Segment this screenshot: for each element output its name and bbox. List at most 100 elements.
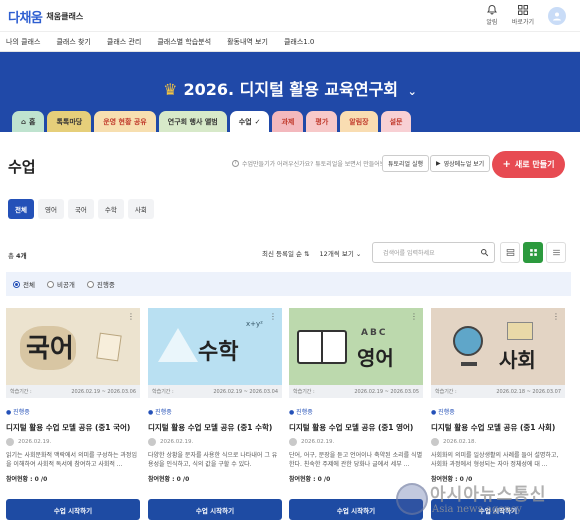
video-manual-button[interactable]: ▶ 영상메뉴얼 보기 (430, 155, 491, 172)
logo-text: 채움클래스 (46, 12, 84, 21)
tab-assignment[interactable]: 과제 (272, 111, 304, 132)
radio-label: 비공개 (56, 281, 75, 289)
tab-label: 수업 (238, 118, 252, 126)
grid-icon (517, 5, 528, 15)
home-icon: ⌂ (21, 117, 27, 126)
search-placeholder: 검색어를 입력하세요 (383, 250, 435, 257)
tab-talk[interactable]: 톡톡마당 (47, 111, 92, 132)
filter-math[interactable]: 수학 (97, 199, 124, 219)
shortcut-button[interactable]: 바로가기 (512, 4, 534, 26)
filter-all[interactable]: 전체 (8, 199, 34, 219)
lesson-description: 다양한 상황을 문자를 사용한 식으로 나타내어 그 유용성을 인식하고, 식의… (148, 452, 278, 468)
lesson-date: 2026.02.18. (443, 439, 477, 445)
compact-view-button[interactable] (546, 242, 566, 263)
user-icon (553, 12, 561, 21)
nav-manage-class[interactable]: 클래스 관리 (107, 37, 141, 47)
period-label: 학습기간 : (152, 389, 174, 395)
page-title: 수업 (8, 158, 36, 176)
thumbnail-label: 국어 (26, 334, 74, 364)
radio-private[interactable]: 비공개 (46, 279, 75, 289)
radio-in-progress[interactable]: 진행중 (86, 279, 115, 289)
more-icon[interactable]: ⋮ (127, 312, 135, 321)
status-label: 진행중 (438, 409, 455, 416)
tab-survey[interactable]: 설문 (380, 111, 412, 132)
more-icon[interactable]: ⋮ (410, 312, 418, 321)
lesson-period: 학습기간 : 2026.02.19 ~ 2026.03.04 (148, 385, 282, 398)
header-actions: 알림 바로가기 (486, 4, 566, 26)
sort-select[interactable]: 최신 등록일 순 ⇅ (262, 248, 310, 258)
thumbnail-label: 영어 (357, 346, 394, 370)
triangle-icon (158, 328, 198, 362)
lesson-date: 2026.02.19. (301, 439, 335, 445)
watermark: 아시아뉴스통신 Asia news agency (390, 478, 575, 523)
avatar (431, 438, 439, 446)
lesson-title[interactable]: 디지털 활용 수업 모델 공유 (중1 국어) (6, 422, 140, 433)
more-icon[interactable]: ⋮ (552, 312, 560, 321)
radio-dot (46, 280, 54, 288)
watermark-globe-icon (396, 483, 428, 515)
more-icon[interactable]: ⋮ (269, 312, 277, 321)
tab-lesson[interactable]: 수업 ✓ (229, 111, 270, 133)
filter-social[interactable]: 사회 (127, 199, 154, 219)
lesson-description: 단어, 어구, 문장을 듣고 언어이나 축약된 소리를 식별한다. 친숙한 주제… (289, 452, 423, 468)
tab-album[interactable]: 연구회 행사 앨범 (158, 111, 227, 132)
start-lesson-button[interactable]: 수업 시작하기 (6, 499, 140, 520)
nav-analytics[interactable]: 클래스별 학습분석 (157, 37, 211, 47)
notification-button[interactable]: 알림 (486, 4, 498, 26)
watermark-text: 아시아뉴스통신 (430, 485, 547, 505)
tab-home[interactable]: ⌂ 홈 (12, 111, 45, 132)
status-badge: ● 진행중 (148, 409, 172, 416)
shortcut-label: 바로가기 (511, 19, 534, 26)
tab-label: 알림장 (349, 117, 369, 126)
per-page-label: 12개씩 보기 (319, 250, 354, 258)
lesson-title[interactable]: 디지털 활용 수업 모델 공유 (중1 수학) (148, 422, 282, 433)
filter-english[interactable]: 영어 (37, 199, 64, 219)
formula-icon: x+y² (246, 320, 263, 328)
lesson-meta: 2026.02.19. (6, 438, 140, 446)
sort-label: 최신 등록일 순 (262, 250, 303, 258)
globe-stand-icon (461, 362, 477, 366)
total-count: 총 4개 (8, 250, 27, 260)
tab-notice[interactable]: 알림장 (340, 111, 378, 132)
grid-view-button[interactable] (523, 242, 543, 263)
lesson-card[interactable]: 수학 x+y² ⋮ 학습기간 :2026.02.19 ~ 2026.03.04 … (148, 308, 282, 520)
video-manual-label: 영상메뉴얼 보기 (443, 161, 485, 168)
lesson-meta: 2026.02.19. (148, 438, 282, 446)
lesson-title[interactable]: 디지털 활용 수업 모델 공유 (중1 영어) (289, 422, 423, 433)
start-lesson-button[interactable]: 수업 시작하기 (148, 499, 282, 520)
per-page-select[interactable]: 12개씩 보기 ⌄ (320, 248, 362, 258)
thumbnail-label: 수학 (198, 340, 239, 365)
radio-label: 진행중 (96, 281, 115, 289)
radio-label: 전체 (23, 281, 35, 289)
class-title[interactable]: ♛ 2026. 디지털 활용 교육연구회 ⌄ (0, 76, 580, 100)
nav-activity[interactable]: 활동내역 보기 (227, 37, 268, 47)
lesson-date: 2026.02.19. (160, 439, 194, 445)
radio-dot (13, 280, 20, 288)
tutorial-button[interactable]: 튜토리얼 실행 (382, 155, 430, 172)
user-avatar[interactable] (548, 7, 566, 25)
participation: 참여현황 : 0 /0 (6, 476, 48, 483)
map-icon (507, 322, 533, 340)
tab-evaluation[interactable]: 평가 (306, 111, 338, 132)
radio-all[interactable]: 전체 (13, 279, 35, 289)
nav-my-class[interactable]: 나의 클래스 (6, 37, 40, 47)
lesson-title[interactable]: 디지털 활용 수업 모델 공유 (중1 사회) (431, 422, 565, 433)
list-view-button[interactable] (500, 242, 520, 263)
search-input[interactable]: 검색어를 입력하세요 (372, 242, 495, 263)
lesson-date: 2026.02.19. (18, 439, 52, 445)
period-value: 2026.02.19 ~ 2026.03.04 (213, 388, 278, 395)
video-icon: ▶ (436, 160, 441, 167)
tab-status[interactable]: 운영 현황 공유 (94, 111, 156, 132)
total-count-label: 총 (8, 252, 17, 260)
nav-class1[interactable]: 클래스1.0 (284, 37, 314, 47)
tab-label: 톡톡마당 (56, 117, 83, 126)
lesson-card[interactable]: 국어 ⋮ 학습기간 : 2026.02.19 ~ 2026.03.06 ● 진행중… (6, 308, 140, 520)
filter-korean[interactable]: 국어 (67, 199, 94, 219)
nav-find-class[interactable]: 클래스 찾기 (56, 37, 90, 47)
globe-icon (453, 326, 483, 356)
top-bar: 다채움 채움클래스 알림 바로가기 (0, 0, 580, 32)
logo[interactable]: 다채움 채움클래스 (8, 7, 83, 26)
subject-filters: 전체 영어 국어 수학 사회 (8, 199, 154, 219)
notification-label: 알림 (486, 19, 498, 26)
new-lesson-button[interactable]: + 새로 만들기 (492, 151, 565, 178)
